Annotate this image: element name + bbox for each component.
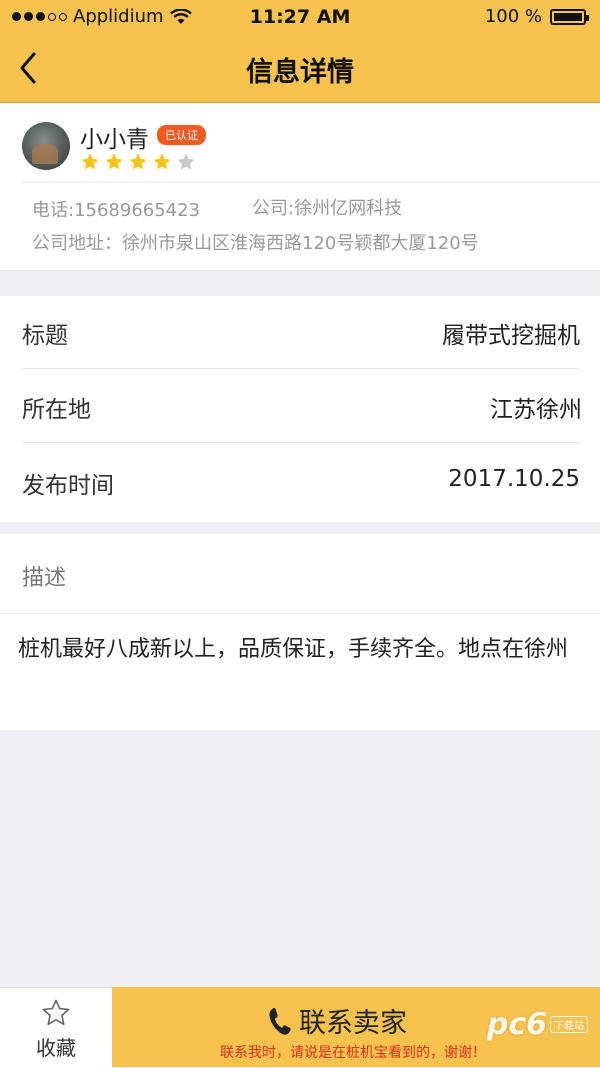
seller-company: 公司:徐州亿网科技 — [252, 198, 403, 219]
detail-label: 标题 — [22, 323, 68, 349]
star-filled-icon — [153, 153, 171, 170]
phone-icon — [269, 1007, 291, 1035]
page-title: 信息详情 — [246, 57, 354, 88]
description-label: 描述 — [22, 566, 67, 591]
nav-bar: 信息详情 — [0, 34, 600, 103]
bottom-bar: 收藏 联系卖家 联系我时，请说是在桩机宝看到的，谢谢！ pc6 下载站 — [0, 987, 600, 1068]
contact-notice: 联系我时，请说是在桩机宝看到的，谢谢！ — [220, 1045, 486, 1061]
status-bar: Applidium 11:27 AM 100 % — [0, 0, 600, 34]
battery-area: 100 % — [484, 6, 589, 27]
star-empty-icon — [177, 153, 195, 170]
detail-value: 2017.10.25 — [448, 466, 580, 492]
star-filled-icon — [81, 153, 99, 170]
star-outline-icon — [42, 999, 70, 1026]
watermark-sub: 下载站 — [550, 1016, 588, 1033]
verified-badge: 已认证 — [157, 125, 206, 145]
watermark-logo: pc6 — [486, 1007, 547, 1042]
seller-name: 小小青 — [80, 127, 149, 153]
favorite-label: 收藏 — [36, 1036, 76, 1060]
detail-row-title: 标题 履带式挖掘机 — [22, 296, 580, 370]
detail-card: 标题 履带式挖掘机 所在地 江苏徐州 发布时间 2017.10.25 — [0, 296, 600, 522]
divider — [22, 442, 580, 443]
contact-main: 联系卖家 — [267, 1001, 407, 1040]
contact-seller-button[interactable]: 联系卖家 联系我时，请说是在桩机宝看到的，谢谢！ pc6 下载站 — [112, 987, 600, 1067]
divider — [0, 613, 600, 614]
battery-percent: 100 % — [484, 6, 542, 27]
divider — [22, 368, 580, 369]
rating-stars — [80, 152, 196, 172]
star-filled-icon — [105, 153, 123, 170]
avatar[interactable] — [22, 122, 70, 170]
description-card: 描述 桩机最好八成新以上，品质保证，手续齐全。地点在徐州 — [0, 534, 600, 730]
seller-card: 小小青 已认证 电话:15689665423 公司:徐州亿网科技 公司地址：徐州… — [0, 104, 600, 271]
seller-phone[interactable]: 电话:15689665423 — [32, 196, 200, 222]
favorite-button[interactable]: 收藏 — [0, 987, 112, 1068]
battery-icon — [550, 8, 589, 25]
detail-row-location: 所在地 江苏徐州 — [22, 370, 582, 444]
contact-label: 联系卖家 — [299, 1008, 407, 1039]
divider — [22, 182, 600, 183]
seller-address: 公司地址：徐州市泉山区淮海西路120号颖都大厦120号 — [32, 233, 479, 254]
watermark: pc6 下载站 — [487, 1007, 588, 1042]
star-filled-icon — [129, 153, 147, 170]
description-text: 桩机最好八成新以上，品质保证，手续齐全。地点在徐州 — [18, 637, 569, 662]
detail-row-date: 发布时间 2017.10.25 — [22, 446, 580, 520]
detail-value: 江苏徐州 — [490, 397, 582, 423]
detail-label: 发布时间 — [22, 473, 114, 499]
detail-value: 履带式挖掘机 — [442, 323, 580, 349]
detail-label: 所在地 — [22, 397, 91, 423]
